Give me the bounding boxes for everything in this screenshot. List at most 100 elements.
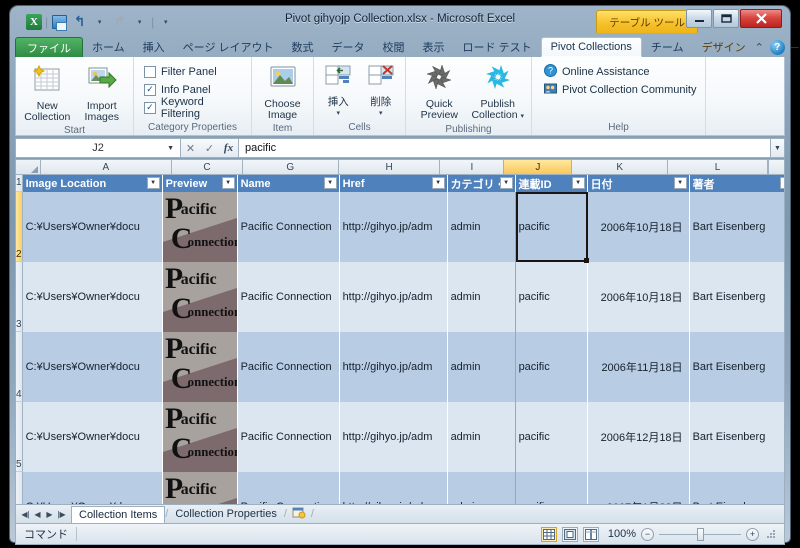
delete-cells-button[interactable]: 削除 ▾ — [363, 62, 400, 120]
filter-dropdown-icon[interactable]: ▼ — [779, 177, 784, 189]
restore-button[interactable] — [713, 9, 739, 28]
cell-author[interactable]: Bart Eisenberg — [689, 192, 784, 262]
column-header-A[interactable]: A — [40, 160, 173, 174]
zoom-controls[interactable]: 100% − + — [541, 526, 784, 542]
checkbox-checked-icon[interactable]: ✓ — [144, 83, 156, 96]
cell-preview[interactable]: P acific C onnection — [162, 472, 238, 504]
cell-name[interactable]: Pacific Connection — [237, 402, 340, 472]
new-sheet-icon[interactable] — [292, 506, 306, 522]
tab-review[interactable]: 校閲 — [374, 37, 414, 57]
tab-load-test[interactable]: ロード テスト — [454, 37, 541, 57]
table-header-serial-id[interactable]: 連載ID ▼ — [515, 175, 588, 192]
checkbox-unchecked-icon[interactable] — [144, 65, 156, 78]
filter-dropdown-icon[interactable]: ▼ — [146, 177, 160, 189]
ribbon-right-controls[interactable]: ⌃ ? ─ ❐ ✕ — [755, 40, 800, 57]
cell-category[interactable]: admin — [447, 472, 516, 504]
tab-formulas[interactable]: 数式 — [283, 37, 323, 57]
cell-date[interactable]: 2007年1月22日 — [587, 472, 690, 504]
table-row[interactable]: C:¥Users¥Owner¥docu P acific C onnection — [22, 192, 784, 262]
cell-category[interactable]: admin — [447, 402, 516, 472]
filter-dropdown-icon[interactable]: ▼ — [571, 177, 585, 189]
cell-author[interactable]: Bart Eisenberg — [689, 332, 784, 402]
cell-serial-id[interactable]: pacific — [515, 472, 588, 504]
zoom-out-icon[interactable]: − — [641, 527, 654, 541]
nav-prev-icon[interactable]: ◀ — [32, 510, 43, 519]
sheet-tab-collection-items[interactable]: Collection Items — [71, 505, 166, 523]
quick-preview-button[interactable]: Quick Preview — [412, 62, 467, 122]
cell-category[interactable]: admin — [447, 192, 516, 262]
column-header-K[interactable]: K — [572, 160, 669, 174]
select-all-corner-icon[interactable] — [16, 160, 41, 174]
filter-dropdown-icon[interactable]: ▼ — [431, 177, 445, 189]
column-header-I[interactable]: I — [440, 160, 505, 174]
table-header-image-location[interactable]: Image Location ▼ — [22, 175, 163, 192]
close-button[interactable] — [740, 9, 782, 28]
view-normal-icon[interactable] — [541, 526, 557, 542]
cell-serial-id[interactable]: pacific — [515, 402, 588, 472]
column-header-L[interactable]: L — [668, 160, 768, 174]
cell-name[interactable]: Pacific Connection — [237, 472, 340, 504]
filter-dropdown-icon[interactable]: ▼ — [323, 177, 337, 189]
cell-image-location[interactable]: C:¥Users¥Owner¥docu — [22, 262, 163, 332]
nav-first-icon[interactable]: ◀| — [20, 510, 31, 519]
cell-href[interactable]: http://gihyo.jp/adm — [339, 402, 448, 472]
checkbox-filter-panel[interactable]: Filter Panel — [144, 63, 217, 80]
table-header-date[interactable]: 日付 ▼ — [587, 175, 690, 192]
cell-serial-id[interactable]: pacific — [515, 332, 588, 402]
insert-cells-button[interactable]: 挿入 ▾ — [320, 62, 357, 120]
table-header-preview[interactable]: Preview ▼ — [162, 175, 238, 192]
accept-icon[interactable]: ✓ — [205, 142, 214, 155]
tab-pivot-collections[interactable]: Pivot Collections — [540, 37, 642, 57]
insert-cells-dropdown-icon[interactable]: ▾ — [336, 108, 340, 120]
cell-preview[interactable]: P acific C onnection — [162, 402, 238, 472]
tab-file[interactable]: ファイル — [15, 37, 83, 57]
cell-category[interactable]: admin — [447, 262, 516, 332]
cell-name[interactable]: Pacific Connection — [237, 192, 340, 262]
checkbox-checked-icon[interactable]: ✓ — [144, 101, 156, 114]
table-header-category[interactable]: カテゴリ・ ▼ — [447, 175, 516, 192]
tab-insert[interactable]: 挿入 — [134, 37, 174, 57]
table-header-name[interactable]: Name ▼ — [237, 175, 340, 192]
cell-image-location[interactable]: C:¥Users¥Owner¥docu — [22, 332, 163, 402]
new-collection-button[interactable]: New Collection — [22, 62, 73, 124]
cell-href[interactable]: http://gihyo.jp/adm — [339, 192, 448, 262]
formula-input[interactable]: pacific — [239, 138, 771, 158]
filter-dropdown-icon[interactable]: ▼ — [673, 177, 687, 189]
table-header-author[interactable]: 著者 ▼ — [689, 175, 784, 192]
cell-serial-id[interactable]: pacific — [515, 192, 588, 262]
cell-preview[interactable]: P acific C onnection — [162, 262, 238, 332]
delete-cells-dropdown-icon[interactable]: ▾ — [379, 108, 383, 120]
cell-date[interactable]: 2006年11月18日 — [587, 332, 690, 402]
nav-last-icon[interactable]: |▶ — [56, 510, 67, 519]
online-assistance-link[interactable]: ? Online Assistance — [544, 64, 649, 80]
cell-author[interactable]: Bart Eisenberg — [689, 402, 784, 472]
cell-image-location[interactable]: C:¥Users¥Owner¥docu — [22, 402, 163, 472]
cell-category[interactable]: admin — [447, 332, 516, 402]
zoom-in-icon[interactable]: + — [746, 527, 759, 541]
formula-buttons[interactable]: ✕ ✓ fx — [181, 138, 239, 158]
column-header-J[interactable]: J — [504, 160, 573, 174]
view-page-break-icon[interactable] — [583, 526, 599, 542]
cell-date[interactable]: 2006年10月18日 — [587, 192, 690, 262]
checkbox-keyword-filtering[interactable]: ✓ Keyword Filtering — [144, 96, 245, 120]
filter-dropdown-icon[interactable]: ▼ — [221, 177, 235, 189]
cell-date[interactable]: 2006年10月18日 — [587, 262, 690, 332]
cell-name[interactable]: Pacific Connection — [237, 262, 340, 332]
table-row[interactable]: C:¥Users¥Owner¥docu P acific C onnection — [22, 472, 784, 504]
window-controls[interactable] — [686, 9, 782, 28]
column-header-G[interactable]: G — [242, 160, 339, 174]
help-icon[interactable]: ? — [769, 40, 785, 55]
tab-team[interactable]: チーム — [642, 37, 693, 57]
insert-function-icon[interactable]: fx — [224, 142, 233, 154]
sheet-tab-collection-properties[interactable]: Collection Properties — [168, 506, 284, 523]
cell-image-location[interactable]: C:¥Users¥Owner¥docu — [22, 192, 163, 262]
tab-design[interactable]: デザイン — [693, 37, 755, 57]
cell-preview[interactable]: P acific C onnection — [162, 332, 238, 402]
column-header-C[interactable]: C — [172, 160, 243, 174]
cell-author[interactable]: Bart Eisenberg — [689, 472, 784, 504]
cancel-icon[interactable]: ✕ — [186, 142, 195, 155]
table-row[interactable]: C:¥Users¥Owner¥docu P acific C onnection — [22, 402, 784, 472]
cell-image-location[interactable]: C:¥Users¥Owner¥docu — [22, 472, 163, 504]
table-row[interactable]: C:¥Users¥Owner¥docu P acific C onnection — [22, 332, 784, 402]
cell-href[interactable]: http://gihyo.jp/adm — [339, 332, 448, 402]
